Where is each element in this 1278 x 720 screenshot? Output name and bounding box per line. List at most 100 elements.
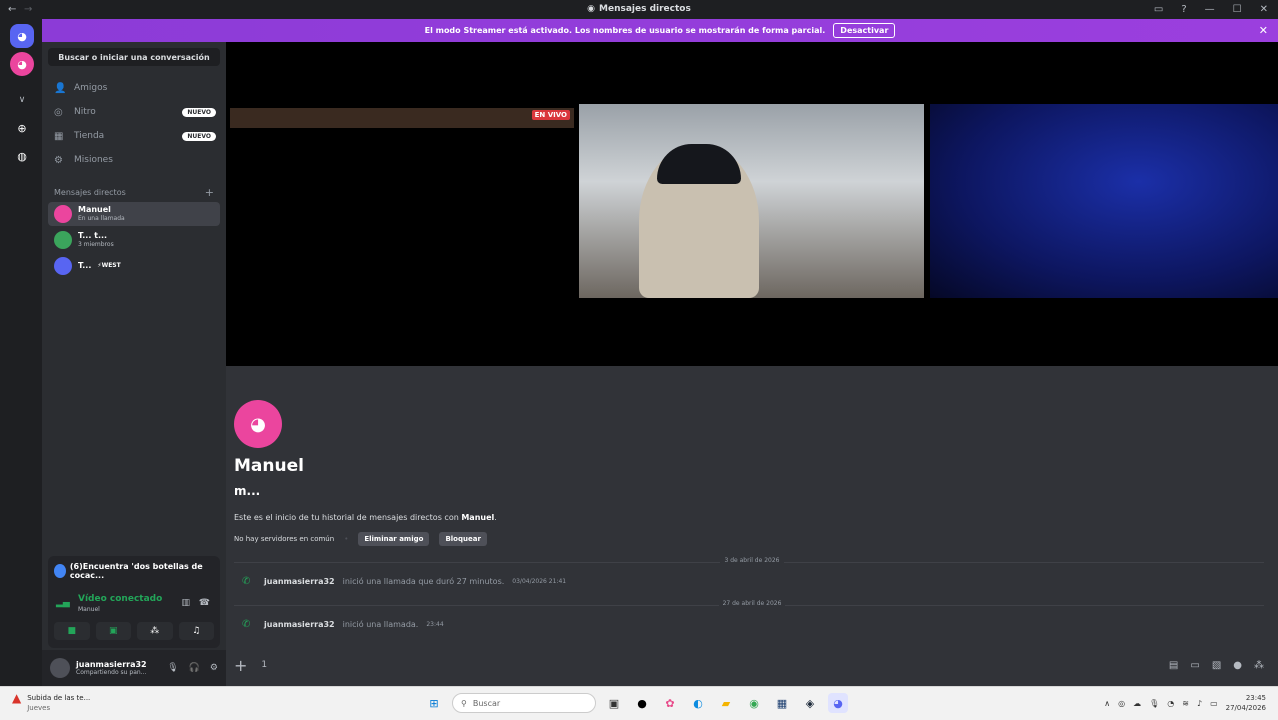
taskbar-apps: ⊞ ⚲ Buscar ▣ ● ✿ ◐ ▰ ◉ ▦ ◈ ◕ [424, 693, 848, 713]
dm-item-third[interactable]: T... ⚡WEST [48, 254, 220, 278]
gift-icon[interactable]: ▤ [1169, 660, 1178, 671]
screen-share-button[interactable]: ▣ [95, 622, 131, 640]
noise-suppression-icon[interactable]: ▥ [181, 598, 190, 608]
gif-icon[interactable]: ▭ [1190, 660, 1199, 671]
nitro-icon: ◎ [54, 106, 63, 118]
search-input[interactable]: Buscar o iniciar una conversación [48, 48, 220, 66]
user-panel: juanmasierra32 Compartiendo su pan... 🎙 … [42, 650, 226, 686]
mic-tray-icon[interactable]: 🎙 [1149, 699, 1159, 708]
apps-icon[interactable]: ⁂ [1254, 660, 1264, 671]
home-discord-icon[interactable]: ◕ [10, 24, 34, 48]
activity-status[interactable]: (6)Encuentra 'dos botellas de cocac... [54, 562, 214, 580]
voice-buttons: ■ ▣ ⁂ ♫ [54, 622, 214, 640]
separator: • [344, 535, 349, 543]
profile-name: Manuel [234, 456, 304, 476]
tray-app-icon[interactable]: ◎ [1118, 699, 1125, 708]
signal-icon[interactable]: ▂▄ [56, 598, 70, 608]
taskbar-notification[interactable]: ▲ Subida de las te... Jueves [12, 691, 90, 713]
friends-icon: 👤 [54, 82, 67, 94]
chrome-icon[interactable]: ◉ [744, 693, 764, 713]
close-icon[interactable]: ✕ [1260, 4, 1268, 15]
discord-logo-icon: ◉ [587, 4, 596, 14]
nav-item-friends[interactable]: 👤 Amigos [48, 78, 220, 98]
camera-tile-manuel[interactable] [930, 104, 1278, 298]
microphone-icon[interactable]: 🎙 [167, 663, 178, 673]
discover-icon[interactable]: ◍ [10, 144, 34, 168]
message-input[interactable]: 1 [261, 660, 267, 670]
dm-section-header: Mensajes directos + [54, 186, 214, 199]
clock[interactable]: 23:45 27/04/2026 [1226, 693, 1266, 713]
avatar [54, 205, 72, 223]
store-icon[interactable]: ▦ [772, 693, 792, 713]
disconnect-icon[interactable]: ☎ [199, 598, 210, 608]
dm-avatar-icon[interactable]: ◕ [10, 52, 34, 76]
window-title: ◉ Mensajes directos [587, 4, 691, 14]
edge-icon[interactable]: ◐ [688, 693, 708, 713]
location-icon[interactable]: ◔ [1167, 699, 1174, 708]
nav-item-quests[interactable]: ⚙ Misiones [48, 150, 220, 170]
disable-streamer-button[interactable]: Desactivar [833, 23, 896, 38]
live-badge: EN VIVO [531, 110, 570, 120]
camera-button[interactable]: ■ [54, 622, 90, 640]
maximize-icon[interactable]: ☐ [1233, 4, 1242, 15]
banner-text: El modo Streamer está activado. Los nomb… [424, 26, 826, 35]
minimize-icon[interactable]: — [1205, 4, 1215, 15]
inbox-icon[interactable]: ▭ [1154, 4, 1163, 15]
chevron-up-icon[interactable]: ∧ [1104, 699, 1110, 708]
search-icon: ⚲ [461, 698, 467, 708]
quests-icon: ⚙ [54, 154, 63, 166]
voice-channel-name: Manuel [78, 606, 100, 613]
file-explorer-icon[interactable]: ▰ [716, 693, 736, 713]
message-composer[interactable]: + 1 ▤ ▭ ▧ ● ⁂ [234, 650, 1270, 680]
date-divider-label: 3 de abril de 2026 [226, 557, 1278, 564]
profile-avatar[interactable]: ◕ [234, 400, 282, 448]
new-badge: NUEVO [182, 107, 216, 117]
sticker-icon[interactable]: ▧ [1212, 660, 1221, 671]
block-button[interactable]: Bloquear [439, 532, 487, 546]
emoji-icon[interactable]: ● [1233, 660, 1242, 671]
weather-icon: ▲ [12, 691, 22, 705]
onedrive-icon[interactable]: ☁ [1133, 699, 1141, 708]
windows-start-icon[interactable]: ⊞ [424, 693, 444, 713]
app-icon[interactable]: ● [632, 693, 652, 713]
task-view-icon[interactable]: ▣ [604, 693, 624, 713]
dm-item-manuel[interactable]: Manuel En una llamada [48, 202, 220, 226]
window-controls: ▭ ? — ☐ ✕ [1154, 4, 1268, 15]
headphones-icon[interactable]: 🎧 [189, 663, 200, 673]
steam-icon[interactable]: ◈ [800, 693, 820, 713]
add-server-icon[interactable]: ⊕ [10, 116, 34, 140]
screen-share-tile[interactable]: EN VIVO [230, 108, 574, 128]
nav-item-nitro[interactable]: ◎ Nitro NUEVO [48, 102, 220, 122]
settings-gear-icon[interactable]: ⚙ [210, 663, 218, 673]
battery-icon[interactable]: ▭ [1210, 699, 1218, 708]
streamer-mode-banner: El modo Streamer está activado. Los nomb… [42, 19, 1278, 42]
avatar[interactable] [50, 658, 70, 678]
banner-close-icon[interactable]: ✕ [1259, 24, 1268, 37]
phone-icon: ✆ [242, 576, 251, 587]
attach-plus-icon[interactable]: + [234, 656, 247, 675]
taskbar: ▲ Subida de las te... Jueves ⊞ ⚲ Buscar … [0, 686, 1278, 720]
camera-tile-self[interactable] [579, 104, 924, 298]
server-list: ◕ ◕ ∨ ⊕ ◍ [0, 18, 42, 686]
taskbar-search[interactable]: ⚲ Buscar [452, 693, 596, 713]
soundboard-button[interactable]: ♫ [178, 622, 214, 640]
nav-item-shop[interactable]: ▦ Tienda NUEVO [48, 126, 220, 146]
create-dm-icon[interactable]: + [205, 186, 214, 199]
date-divider-label: 27 de abril de 2026 [226, 600, 1278, 607]
help-icon[interactable]: ? [1181, 4, 1186, 15]
activities-button[interactable]: ⁂ [137, 622, 173, 640]
copilot-icon[interactable]: ✿ [660, 693, 680, 713]
username: juanmasierra32 [76, 660, 147, 669]
call-message: ✆ juanmasierra32 inició una llamada. 23:… [242, 619, 444, 630]
volume-icon[interactable]: ♪ [1197, 699, 1202, 708]
wifi-icon[interactable]: ≋ [1182, 699, 1189, 708]
discord-taskbar-icon[interactable]: ◕ [828, 693, 848, 713]
dm-item-group[interactable]: T... t... 3 miembros [48, 228, 220, 252]
dm-sidebar: Buscar o iniciar una conversación 👤 Amig… [42, 42, 226, 686]
chat-area: ◕ Manuel m... Este es el inicio de tu hi… [226, 366, 1278, 686]
chrome-icon [54, 564, 66, 578]
user-controls: 🎙 🎧 ⚙ [167, 663, 218, 673]
remove-friend-button[interactable]: Eliminar amigo [358, 532, 430, 546]
chevron-down-icon[interactable]: ∨ [10, 88, 34, 112]
call-message: ✆ juanmasierra32 inició una llamada que … [242, 576, 567, 587]
